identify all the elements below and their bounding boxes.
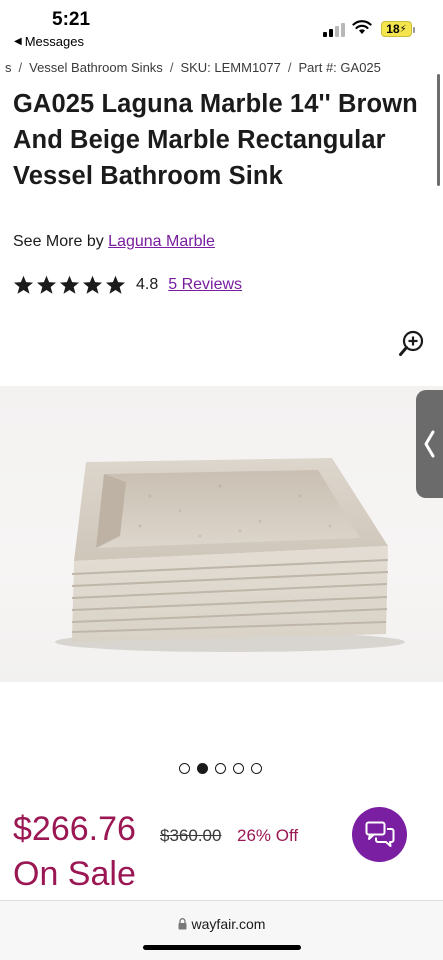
carousel-dots <box>179 763 262 774</box>
carousel-dot-active[interactable] <box>197 763 208 774</box>
star-icon <box>59 275 80 294</box>
carousel-dot[interactable] <box>233 763 244 774</box>
star-icon <box>82 275 103 294</box>
product-image[interactable] <box>0 386 443 682</box>
carousel-dot[interactable] <box>215 763 226 774</box>
rating-row: 4.8 5 Reviews <box>13 275 242 295</box>
cellular-signal-icon <box>323 23 345 37</box>
original-price: $360.00 <box>160 826 222 845</box>
scroll-indicator[interactable] <box>437 74 440 186</box>
breadcrumb-item[interactable]: Vessel Bathroom Sinks <box>29 60 163 75</box>
back-label: Messages <box>24 34 84 49</box>
carousel-dot[interactable] <box>251 763 262 774</box>
url-display[interactable]: wayfair.com <box>0 916 443 932</box>
rating-value: 4.8 <box>136 276 159 293</box>
star-icon <box>36 275 57 294</box>
marble-sink-illustration <box>55 458 405 652</box>
back-to-messages[interactable]: ◀ Messages <box>14 34 84 49</box>
see-more-prefix: See More by <box>13 233 104 250</box>
star-icon <box>13 275 34 294</box>
home-indicator[interactable] <box>143 945 301 950</box>
battery-level: 18 <box>386 22 400 36</box>
chevron-left-icon <box>424 430 435 458</box>
back-triangle-icon: ◀ <box>14 36 22 47</box>
browser-address-bar[interactable]: wayfair.com <box>0 900 443 960</box>
breadcrumb-part: Part #: GA025 <box>298 60 381 75</box>
battery-indicator: 18 ⚡ <box>381 21 415 37</box>
breadcrumb: s / Vessel Bathroom Sinks / SKU: LEMM107… <box>5 60 443 75</box>
star-rating <box>13 275 126 295</box>
chat-icon <box>365 821 394 847</box>
product-title: GA025 Laguna Marble 14'' Brown And Beige… <box>13 90 418 190</box>
star-icon <box>105 275 126 294</box>
see-more-by: See More by Laguna Marble <box>13 233 215 251</box>
sale-price: $266.76 <box>13 810 136 848</box>
chat-button[interactable] <box>352 807 407 862</box>
url-text: wayfair.com <box>191 916 266 932</box>
wifi-icon <box>352 20 372 34</box>
brand-link[interactable]: Laguna Marble <box>108 233 215 250</box>
breadcrumb-separator: / <box>169 60 174 75</box>
lock-icon <box>178 918 187 930</box>
discount-label: 26% Off <box>237 826 299 845</box>
zoom-in-icon[interactable] <box>398 330 424 358</box>
carousel-prev-button[interactable] <box>416 390 443 498</box>
carousel-dot[interactable] <box>179 763 190 774</box>
breadcrumb-separator: / <box>18 60 23 75</box>
breadcrumb-sku: SKU: LEMM1077 <box>180 60 281 75</box>
status-time: 5:21 <box>52 9 91 30</box>
on-sale-label: On Sale <box>13 855 136 893</box>
breadcrumb-separator: / <box>287 60 292 75</box>
status-bar: 5:21 ◀ Messages 18 ⚡ <box>0 0 443 56</box>
reviews-link[interactable]: 5 Reviews <box>168 276 242 294</box>
breadcrumb-item[interactable]: s <box>5 60 12 75</box>
charging-bolt-icon: ⚡ <box>399 23 407 35</box>
